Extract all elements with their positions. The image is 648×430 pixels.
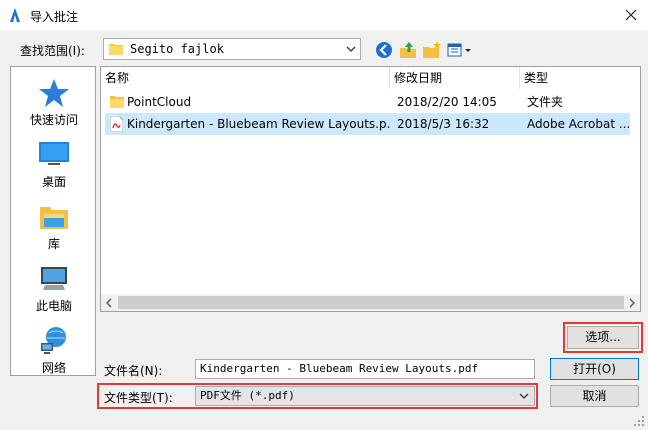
scroll-left-icon[interactable]	[104, 298, 114, 308]
filename-label: 文件名(N):	[104, 364, 163, 378]
filename-field[interactable]: Kindergarten - Bluebeam Review Layouts.p…	[195, 359, 535, 379]
star-icon	[39, 79, 69, 107]
place-network[interactable]: 网络	[11, 319, 97, 381]
view-menu-icon[interactable]	[446, 40, 474, 60]
place-label: 快速访问	[29, 113, 78, 127]
back-icon[interactable]	[374, 40, 394, 60]
file-type: 文件夹	[527, 95, 564, 109]
lookin-label: 查找范围(I):	[20, 44, 85, 58]
computer-icon	[41, 267, 67, 290]
library-icon	[40, 207, 68, 229]
column-header-date[interactable]: 修改日期	[390, 67, 520, 89]
title-bar: 导入批注	[0, 0, 648, 30]
open-button[interactable]: 打开(O)	[550, 358, 639, 380]
horizontal-scrollbar[interactable]	[101, 294, 640, 311]
chevron-down-icon	[346, 46, 356, 52]
file-type: Adobe Acrobat ...	[527, 117, 630, 131]
place-label: 此电脑	[35, 299, 72, 313]
options-button[interactable]: 选项...	[567, 326, 639, 349]
place-label: 桌面	[41, 175, 66, 189]
scrollbar-thumb[interactable]	[118, 296, 624, 309]
place-desktop[interactable]: 桌面	[11, 133, 97, 195]
column-header-name[interactable]: 名称	[101, 67, 390, 89]
pdf-icon	[110, 116, 123, 132]
file-name: PointCloud	[127, 95, 192, 109]
window-title: 导入批注	[30, 10, 79, 24]
desktop-icon	[39, 142, 69, 165]
close-icon	[625, 9, 637, 21]
folder-icon	[110, 96, 124, 108]
place-label: 库	[47, 237, 60, 251]
list-item[interactable]: PointCloud 2018/2/20 14:05 文件夹	[105, 91, 630, 113]
place-this-pc[interactable]: 此电脑	[11, 257, 97, 319]
place-quick-access[interactable]: 快速访问	[11, 71, 97, 133]
place-library[interactable]: 库	[11, 195, 97, 257]
lookin-value: Segito fajlok	[130, 42, 224, 56]
cancel-button[interactable]: 取消	[550, 385, 639, 407]
lookin-combo[interactable]: Segito fajlok	[103, 38, 361, 60]
resize-grip-icon[interactable]	[632, 414, 646, 428]
file-name: Kindergarten - Bluebeam Review Layouts.p…	[127, 117, 391, 131]
places-bar: 快速访问 桌面 库 此电脑 网络	[10, 66, 96, 376]
folder-icon	[109, 44, 123, 55]
place-label: 网络	[41, 361, 66, 375]
close-button[interactable]	[614, 0, 648, 30]
list-item-selected[interactable]: Kindergarten - Bluebeam Review Layouts.p…	[105, 113, 630, 135]
new-folder-icon[interactable]	[422, 40, 442, 60]
file-list[interactable]: 名称 修改日期 类型 PointCloud 2018/2/20 14:05 文件…	[100, 66, 641, 312]
app-icon	[10, 8, 20, 22]
filetype-label: 文件类型(T):	[104, 391, 173, 405]
file-date: 2018/5/3 16:32	[397, 117, 490, 131]
filetype-value: PDF文件 (*.pdf)	[200, 389, 295, 402]
chevron-down-icon	[519, 393, 529, 399]
scroll-right-icon[interactable]	[627, 298, 637, 308]
filetype-combo[interactable]: PDF文件 (*.pdf)	[195, 386, 535, 406]
column-header-type[interactable]: 类型	[520, 67, 640, 89]
network-icon	[41, 327, 66, 354]
file-date: 2018/2/20 14:05	[397, 95, 497, 109]
up-folder-icon[interactable]	[398, 40, 418, 60]
